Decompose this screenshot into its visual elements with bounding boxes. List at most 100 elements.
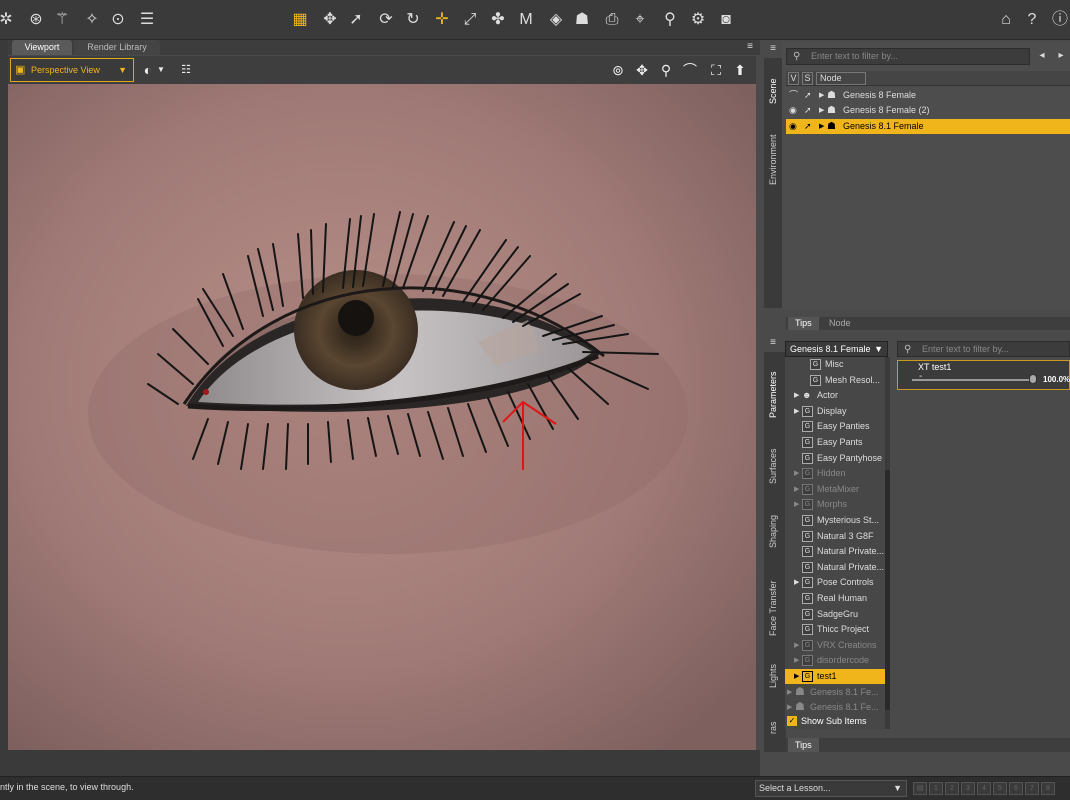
tree-item[interactable]: G Mesh Resol...	[785, 373, 885, 388]
tab-environment[interactable]: Environment	[768, 134, 778, 185]
arrow-left-icon[interactable]: ◂	[1036, 51, 1048, 61]
render-settings-icon[interactable]: ⚙	[688, 10, 708, 30]
tree-item[interactable]: ▶ Gdisordercode	[785, 653, 885, 668]
expand-triangle-icon[interactable]: ▶	[794, 404, 799, 419]
column-visible[interactable]: V	[788, 72, 799, 85]
figure-tool-icon[interactable]: ☗	[572, 10, 592, 30]
expand-triangle-icon[interactable]: ▶	[787, 700, 792, 715]
tree-item[interactable]: ▶ ☗ Genesis 8.1 Fe...	[785, 700, 885, 715]
parameters-node-dropdown[interactable]: Genesis 8.1 Female ▼	[785, 341, 888, 357]
tree-item[interactable]: ▶ G VRX Creations	[785, 638, 885, 653]
tree-item[interactable]: ▶ G Hidden	[785, 466, 885, 481]
daz-home-icon[interactable]: ⌂	[996, 10, 1016, 30]
morph-tool-icon[interactable]: M	[516, 10, 536, 30]
surface-tool-icon[interactable]: ◈	[546, 10, 566, 30]
expand-triangle-icon[interactable]: ▶	[794, 482, 799, 497]
tree-item[interactable]: ▶ ☻ Actor	[785, 388, 885, 403]
expand-triangle-icon[interactable]: ▶	[819, 88, 824, 103]
expand-triangle-icon[interactable]: ▶	[794, 653, 799, 668]
grid-tool-icon[interactable]: ▦	[290, 10, 310, 30]
viewport-render[interactable]	[8, 84, 756, 750]
arrow-right-icon[interactable]: ▸	[1055, 51, 1067, 61]
tree-item[interactable]: G Natural Private...	[785, 560, 885, 575]
expand-triangle-icon[interactable]: ▶	[787, 685, 792, 700]
region-navigator-icon[interactable]: ⌖	[630, 10, 650, 30]
scene-node-row[interactable]: ◉ ➚ ▶ ☗ Genesis 8 Female (2)	[786, 103, 1070, 118]
lesson-page[interactable]: 8	[1041, 782, 1055, 795]
tab-node[interactable]: Node	[822, 317, 858, 330]
lesson-page[interactable]: 5	[993, 782, 1007, 795]
lesson-page[interactable]: 4	[977, 782, 991, 795]
tree-item[interactable]: G Natural 3 G8F	[785, 529, 885, 544]
parameters-filter-input[interactable]: ⚲ Enter text to filter by...	[897, 341, 1070, 357]
spot-render-icon[interactable]: ⊙	[108, 10, 128, 30]
tree-item[interactable]: ▶ G Morphs	[785, 497, 885, 512]
rotate-select-icon[interactable]: ⟳	[376, 10, 396, 30]
tree-item[interactable]: G Mysterious St...	[785, 513, 885, 528]
property-slider-knob[interactable]	[1029, 374, 1037, 384]
expand-triangle-icon[interactable]: ▶	[794, 575, 799, 590]
camera-select-icon[interactable]: ⎙	[602, 10, 622, 30]
tab-scene[interactable]: Scene	[768, 78, 778, 104]
tree-item-selected[interactable]: ▶ Gtest1	[785, 669, 885, 684]
lesson-page[interactable]: 1	[929, 782, 943, 795]
expand-triangle-icon[interactable]: ▶	[794, 638, 799, 653]
sparkle-tool-icon[interactable]: ✲	[0, 10, 16, 30]
pan-camera-icon[interactable]: ✥	[632, 60, 652, 80]
lesson-page[interactable]: 2	[945, 782, 959, 795]
scale-tool-icon[interactable]: ⤢	[460, 10, 480, 30]
orbit-camera-icon[interactable]: ⊚	[608, 60, 628, 80]
lesson-page[interactable]: 6	[1009, 782, 1023, 795]
tree-item[interactable]: ▶ ☗ Genesis 8.1 Fe...	[785, 685, 885, 700]
spotlight-icon[interactable]: ⚲	[660, 10, 680, 30]
decrement-icon[interactable]: -	[919, 371, 922, 382]
column-node[interactable]: Node	[816, 72, 866, 85]
tree-item[interactable]: G Misc	[785, 357, 885, 372]
expand-triangle-icon[interactable]: ▶	[794, 388, 799, 403]
tree-item[interactable]: ▶ G Display	[785, 404, 885, 419]
scene-filter-input[interactable]: ⚲ Enter text to filter by...	[786, 48, 1030, 65]
tab-render-library[interactable]: Render Library	[74, 40, 160, 55]
show-sub-items-checkbox[interactable]: ✓ Show Sub Items	[785, 714, 885, 729]
tree-item[interactable]: ▶ G MetaMixer	[785, 482, 885, 497]
selectable-cursor-icon[interactable]: ➚	[804, 119, 812, 134]
viewport-pane-menu-icon[interactable]: ≡	[744, 42, 756, 52]
lesson-step-icon[interactable]: ▤	[913, 782, 927, 795]
tab-tips[interactable]: Tips	[788, 317, 819, 330]
tab-cameras[interactable]: ras	[768, 721, 778, 734]
property-value[interactable]: 100.0%	[1043, 375, 1070, 384]
tree-item[interactable]: G SadgeGru	[785, 607, 885, 622]
tree-item[interactable]: ▶ G Pose Controls	[785, 575, 885, 590]
selectable-cursor-icon[interactable]: ➚	[804, 103, 812, 118]
column-selectable[interactable]: S	[802, 72, 813, 85]
zoom-camera-icon[interactable]: ⚲	[656, 60, 676, 80]
viewport-options-icon[interactable]: ☷	[176, 60, 196, 80]
tab-lights[interactable]: Lights	[768, 664, 778, 688]
universal-tool-icon[interactable]: ✥	[320, 10, 340, 30]
joint-editor-icon[interactable]: ✤	[488, 10, 508, 30]
tab-viewport[interactable]: Viewport	[12, 40, 72, 55]
render-camera-icon[interactable]: ◙	[716, 10, 736, 30]
align-tool-icon[interactable]: ☰	[137, 10, 157, 30]
camera-dropdown[interactable]: ▣ Perspective View ▼	[10, 58, 134, 82]
parameters-pane-menu-icon[interactable]: ≡	[767, 338, 779, 348]
aim-camera-icon[interactable]: ⬆	[730, 60, 750, 80]
expand-triangle-icon[interactable]: ▶	[794, 669, 799, 684]
lesson-dropdown[interactable]: Select a Lesson... ▼	[755, 780, 907, 797]
eye-icon[interactable]: ◉	[789, 119, 797, 134]
expand-triangle-icon[interactable]: ▶	[794, 497, 799, 512]
hidden-eye-icon[interactable]: ⌒	[789, 88, 798, 103]
tab-surfaces[interactable]: Surfaces	[768, 448, 778, 484]
tree-item[interactable]: G Easy Panties	[785, 419, 885, 434]
bank-camera-icon[interactable]: ⌒	[680, 60, 700, 80]
lesson-page[interactable]: 7	[1025, 782, 1039, 795]
help-icon[interactable]: ⓘ	[1050, 10, 1070, 30]
property-slider-track[interactable]	[912, 379, 1036, 381]
tab-face-transfer[interactable]: Face Transfer	[768, 580, 778, 636]
tab-parameters[interactable]: Parameters	[768, 371, 778, 418]
frame-selected-icon[interactable]: ⛶	[706, 60, 726, 80]
scene-node-row-selected[interactable]: ◉ ➚ ▶ ☗ Genesis 8.1 Female	[786, 119, 1070, 134]
select-arrow-icon[interactable]: ➚	[346, 10, 366, 30]
translate-tool-icon[interactable]: ✛	[432, 10, 452, 30]
tab-tips-bottom[interactable]: Tips	[788, 738, 819, 752]
